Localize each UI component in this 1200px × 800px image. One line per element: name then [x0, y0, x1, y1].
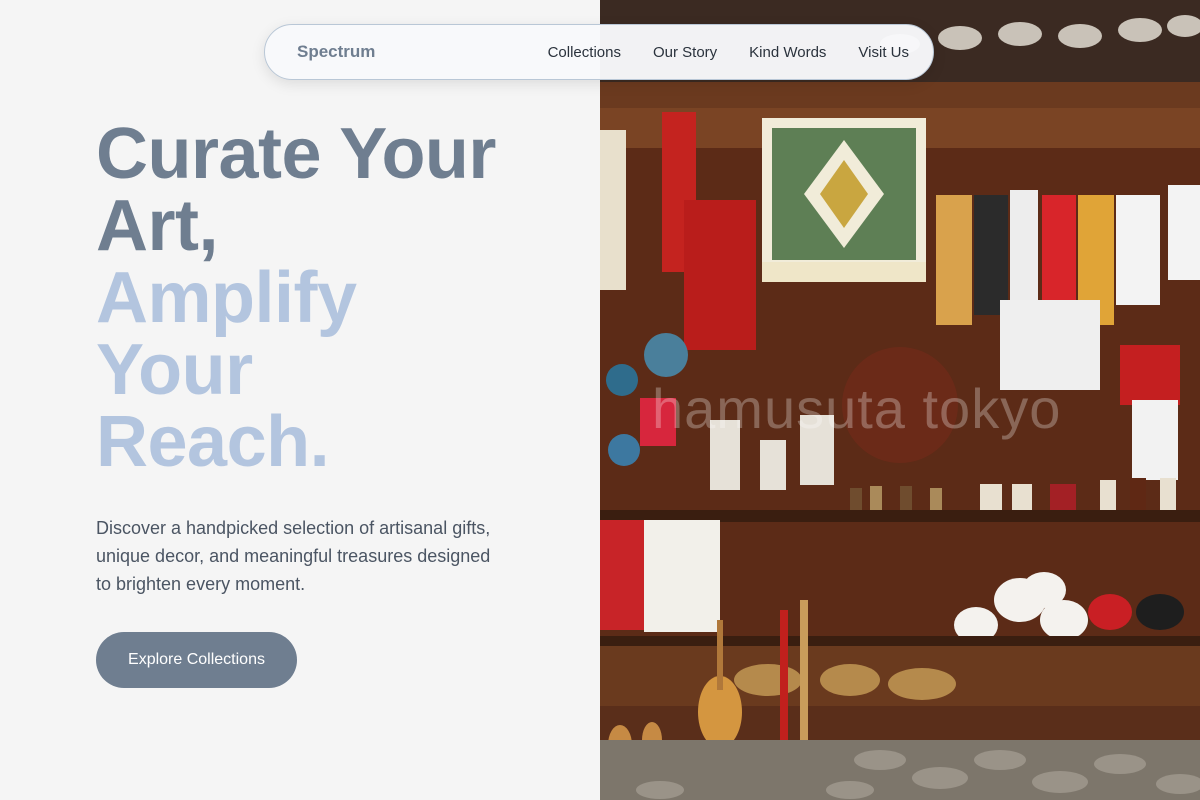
nav-link-collections[interactable]: Collections	[548, 44, 621, 61]
headline-line-4: Your	[96, 330, 253, 410]
nav-link-visit-us[interactable]: Visit Us	[858, 44, 909, 61]
hero-headline: Curate Your Art, Amplify Your Reach.	[96, 118, 566, 478]
nav-link-our-story[interactable]: Our Story	[653, 44, 717, 61]
market-stall-illustration	[600, 0, 1200, 800]
brand-logo[interactable]: Spectrum	[297, 42, 375, 62]
explore-collections-button[interactable]: Explore Collections	[96, 632, 297, 688]
headline-line-2: Art,	[96, 186, 219, 266]
hero-image: hamusuta tokyo	[600, 0, 1200, 800]
headline-line-5: Reach.	[96, 402, 330, 482]
headline-line-3: Amplify	[96, 258, 357, 338]
nav-links: Collections Our Story Kind Words Visit U…	[548, 44, 909, 61]
nav-link-kind-words[interactable]: Kind Words	[749, 44, 826, 61]
hero-description: Discover a handpicked selection of artis…	[96, 518, 491, 594]
top-nav: Spectrum Collections Our Story Kind Word…	[264, 24, 934, 80]
headline-line-1: Curate Your	[96, 114, 496, 194]
hero-section: Curate Your Art, Amplify Your Reach. Dis…	[96, 118, 566, 688]
